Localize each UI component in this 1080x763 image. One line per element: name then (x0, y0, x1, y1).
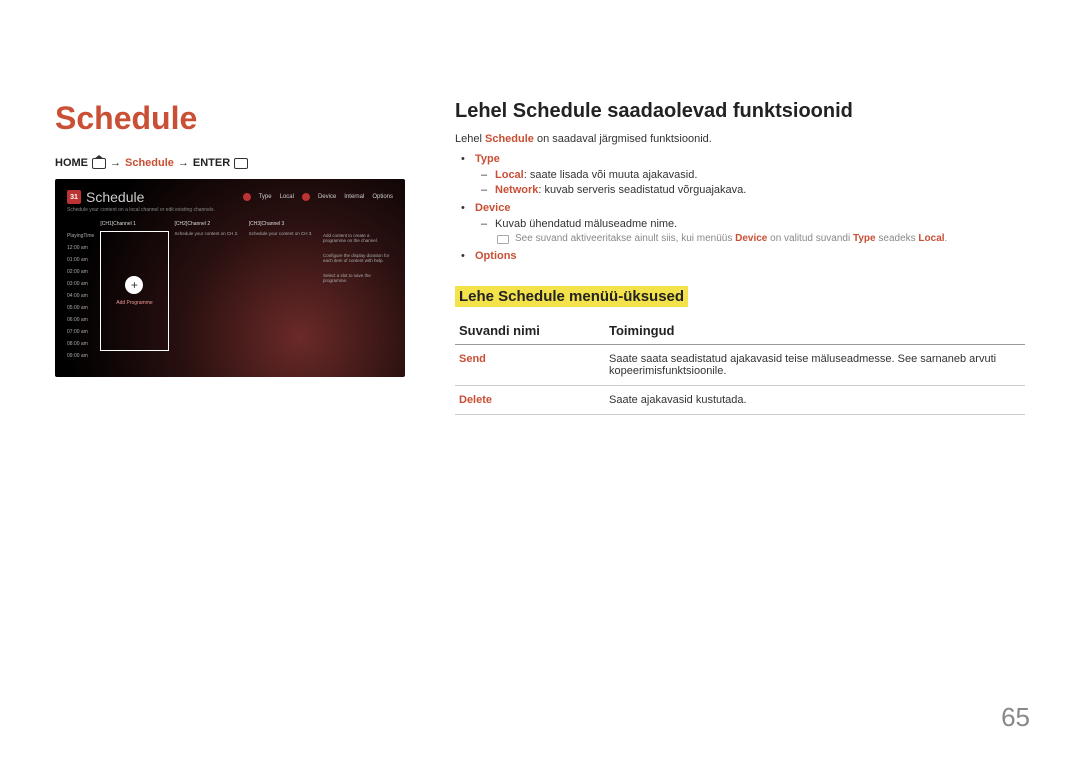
page-title: Schedule (55, 100, 405, 137)
breadcrumb-home: HOME (55, 157, 88, 169)
sub-network: Network: kuvab serveris seadistatud võrg… (495, 184, 1025, 196)
options-table: Suvandi nimi Toimingud Send Saate saata … (455, 317, 1025, 415)
bullet-type: Type Local: saate lisada või muuta ajaka… (475, 153, 1025, 196)
mock-col2-desc: Schedule your content on CH 2. (175, 231, 243, 237)
mock-type-label: Type (259, 194, 272, 200)
mock-add-label: Add Programme (116, 300, 152, 306)
mock-device-label: Device (318, 194, 336, 200)
table-row: Delete Saate ajakavasid kustutada. (455, 386, 1025, 415)
table-row: Send Saate saata seadistatud ajakavasid … (455, 345, 1025, 386)
bullet-options-label: Options (475, 250, 517, 262)
enter-icon (234, 158, 248, 169)
section-title: Lehel Schedule saadaolevad funktsioonid (455, 100, 1025, 123)
breadcrumb-arrow: → (110, 157, 121, 169)
device-note: See suvand aktiveeritakse ainult siis, k… (475, 233, 1025, 244)
mock-time: 05:00 am (67, 305, 94, 311)
note-part: on valitud suvandi (767, 233, 853, 244)
sub-local-text: : saate lisada või muuta ajakavasid. (524, 169, 698, 181)
mock-options: Options (372, 194, 393, 200)
note-part: See suvand aktiveeritakse ainult siis, k… (515, 233, 735, 244)
table-head-action: Toimingud (605, 317, 1025, 345)
bullet-type-label: Type (475, 153, 500, 165)
row-action: Saate saata seadistatud ajakavasid teise… (605, 345, 1025, 386)
mock-playing-time-label: PlayingTime (67, 233, 94, 239)
mock-time: 04:00 am (67, 293, 94, 299)
mock-add-programme-slot: + Add Programme (100, 231, 168, 351)
mock-subtitle: Schedule your content on a local channel… (67, 207, 393, 213)
mock-side-note: Configure the display duration for each … (323, 253, 393, 263)
bullet-options: Options (475, 250, 1025, 262)
table-head-name: Suvandi nimi (455, 317, 605, 345)
sub-network-head: Network (495, 184, 538, 196)
plus-icon: + (125, 276, 143, 294)
calendar-icon: 31 (67, 190, 81, 204)
home-icon (92, 158, 106, 169)
type-dot-icon (243, 193, 251, 201)
breadcrumb-enter: ENTER (193, 157, 230, 169)
page-number: 65 (1001, 702, 1030, 733)
mock-time: 07:00 am (67, 329, 94, 335)
mock-col1-head: [CH1]Channel 1 (100, 221, 168, 227)
mock-side-note: Add content to create a programme on the… (323, 233, 393, 243)
schedule-screenshot: 31 Schedule Type Local Device Internal O… (55, 179, 405, 377)
intro-pre: Lehel (455, 133, 485, 145)
mock-time: 02:00 am (67, 269, 94, 275)
mock-col2-head: [CH2]Channel 2 (175, 221, 243, 227)
intro-post: on saadaval järgmised funktsioonid. (534, 133, 712, 145)
subsection-highlight: Lehe Schedule menüü-üksused (455, 286, 688, 307)
bullet-device: Device Kuvab ühendatud mäluseadme nime. … (475, 202, 1025, 244)
mock-time: 03:00 am (67, 281, 94, 287)
mock-device-value: Internal (344, 194, 364, 200)
mock-col3-desc: Schedule your content on CH 3. (249, 231, 317, 237)
row-name: Send (455, 345, 605, 386)
sub-device-text: Kuvab ühendatud mäluseadme nime. (495, 218, 1025, 230)
note-part: Type (853, 233, 876, 244)
mock-time: 01:00 am (67, 257, 94, 263)
breadcrumb-arrow: → (178, 157, 189, 169)
mock-time: 09:00 am (67, 353, 94, 359)
intro-text: Lehel Schedule on saadaval järgmised fun… (455, 133, 1025, 145)
mock-title: Schedule (86, 189, 144, 205)
breadcrumb: HOME → Schedule → ENTER (55, 157, 405, 169)
breadcrumb-schedule: Schedule (125, 157, 174, 169)
mock-time: 12:00 am (67, 245, 94, 251)
intro-strong: Schedule (485, 133, 534, 145)
mock-time: 06:00 am (67, 317, 94, 323)
bullet-device-label: Device (475, 202, 510, 214)
note-part: seadeks (876, 233, 919, 244)
row-action: Saate ajakavasid kustutada. (605, 386, 1025, 415)
sub-network-text: : kuvab serveris seadistatud võrguajakav… (538, 184, 746, 196)
sub-local-head: Local (495, 169, 524, 181)
note-part: Device (735, 233, 767, 244)
sub-local: Local: saate lisada või muuta ajakavasid… (495, 169, 1025, 181)
note-part: . (945, 233, 948, 244)
note-part: Local (918, 233, 944, 244)
mock-col3-head: [CH3]Channel 3 (249, 221, 317, 227)
mock-side-note: Select a slot to save the programme. (323, 273, 393, 283)
mock-time-column: PlayingTime 12:00 am 01:00 am 02:00 am 0… (67, 221, 94, 359)
mock-type-value: Local (280, 194, 294, 200)
device-dot-icon (302, 193, 310, 201)
row-name: Delete (455, 386, 605, 415)
mock-time: 08:00 am (67, 341, 94, 347)
